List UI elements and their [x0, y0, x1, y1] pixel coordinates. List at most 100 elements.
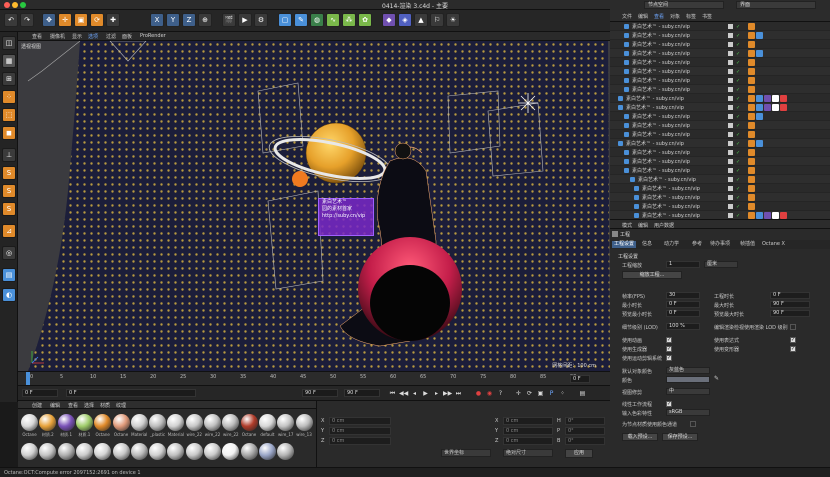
- end-frame-field[interactable]: 90 F: [302, 389, 338, 397]
- material-tag-icon[interactable]: [780, 95, 787, 102]
- current-frame-field[interactable]: 0 F: [66, 389, 196, 397]
- save-preset-button[interactable]: 保存预设...: [662, 433, 698, 441]
- material-swatch[interactable]: [240, 442, 259, 468]
- enabled-check-icon[interactable]: ✓: [736, 141, 740, 147]
- visibility-toggle[interactable]: [728, 24, 733, 29]
- scale-field[interactable]: 1: [666, 261, 700, 268]
- material-menu-edit[interactable]: 编辑: [50, 402, 60, 409]
- tab-dynamics[interactable]: 动力学: [662, 241, 681, 248]
- use-expressions-checkbox[interactable]: ✓: [790, 337, 796, 343]
- object-row[interactable]: 素白艺术™ - suby.cn/vip ✓: [610, 121, 830, 130]
- camera-icon[interactable]: ⚐: [430, 13, 444, 27]
- object-row[interactable]: 素白艺术™ - suby.cn/vip ✓: [610, 85, 830, 94]
- tab-project-settings[interactable]: 工程设置: [612, 241, 637, 248]
- coord-b-rotation[interactable]: 0°: [565, 437, 605, 445]
- visibility-toggle[interactable]: [728, 168, 733, 173]
- object-row[interactable]: 素白艺术™ - suby.cn/vip ✓: [610, 49, 830, 58]
- render-settings-icon[interactable]: ⚙: [254, 13, 268, 27]
- material-tag-icon[interactable]: [748, 203, 755, 210]
- visibility-toggle[interactable]: [728, 123, 733, 128]
- material-tag-icon[interactable]: [748, 131, 755, 138]
- viewport-menu-panel[interactable]: 面板: [122, 33, 132, 40]
- tab-octane-x[interactable]: Octane X: [760, 241, 787, 248]
- polygons-mode-icon[interactable]: ◼: [2, 126, 16, 140]
- coord-z-size[interactable]: 0 cm: [503, 437, 553, 445]
- material-tag-icon[interactable]: [748, 32, 755, 39]
- visibility-toggle[interactable]: [728, 150, 733, 155]
- object-row[interactable]: 素白艺术™ - suby.cn/vip ✓: [610, 112, 830, 121]
- color-picker-icon[interactable]: ✎: [714, 375, 719, 382]
- enabled-check-icon[interactable]: ✓: [736, 204, 740, 210]
- object-row[interactable]: 素白艺术™ - suby.cn/vip ✓: [610, 184, 830, 193]
- visibility-toggle[interactable]: [728, 87, 733, 92]
- material-tag-icon[interactable]: [780, 104, 787, 111]
- preview-max-field[interactable]: 90 F: [770, 310, 810, 317]
- coord-h-rotation[interactable]: 0°: [565, 417, 605, 425]
- material-tag-icon[interactable]: [772, 212, 779, 219]
- use-motion-checkbox[interactable]: ✓: [666, 355, 672, 361]
- object-row[interactable]: 素白艺术™ - suby.cn/vip ✓: [610, 76, 830, 85]
- object-row[interactable]: 素白艺术™ - suby.cn/vip ✓: [610, 139, 830, 148]
- visibility-toggle[interactable]: [728, 33, 733, 38]
- material-tag-icon[interactable]: [772, 95, 779, 102]
- material-swatch[interactable]: Octane: [112, 413, 131, 439]
- visibility-toggle[interactable]: [728, 186, 733, 191]
- undo-icon[interactable]: ↶: [4, 13, 18, 27]
- use-generators-checkbox[interactable]: ✓: [666, 346, 672, 352]
- deformer-icon[interactable]: ◆: [382, 13, 396, 27]
- material-swatch[interactable]: [130, 442, 149, 468]
- material-swatch[interactable]: 材质.2: [38, 413, 57, 439]
- material-tag-icon[interactable]: [748, 113, 755, 120]
- enabled-check-icon[interactable]: ✓: [736, 150, 740, 156]
- texture-mode-icon[interactable]: ⊞: [2, 72, 16, 86]
- lod-field[interactable]: 100 %: [666, 323, 700, 330]
- go-to-end-icon[interactable]: ⏭: [454, 389, 463, 398]
- enabled-check-icon[interactable]: ✓: [736, 60, 740, 66]
- enabled-check-icon[interactable]: ✓: [736, 51, 740, 57]
- visibility-toggle[interactable]: [728, 42, 733, 47]
- subdivision-icon[interactable]: ◍: [310, 13, 324, 27]
- timeline-window-icon[interactable]: ▤: [578, 389, 587, 398]
- material-tag-icon[interactable]: [748, 95, 755, 102]
- linear-workflow-checkbox[interactable]: ✓: [666, 401, 672, 407]
- viewport-menu-cameras[interactable]: 摄像机: [50, 33, 65, 40]
- coord-p-rotation[interactable]: 0°: [565, 427, 605, 435]
- snap-settings-icon[interactable]: S: [2, 184, 16, 198]
- viewport-menu-display[interactable]: 显示: [72, 33, 82, 40]
- enabled-check-icon[interactable]: ✓: [736, 87, 740, 93]
- object-row[interactable]: 素白艺术™ - suby.cn/vip ✓: [610, 31, 830, 40]
- visibility-toggle[interactable]: [728, 60, 733, 65]
- workplane-icon[interactable]: S: [2, 202, 16, 216]
- grid-icon[interactable]: ▤: [2, 268, 16, 282]
- material-tag-icon[interactable]: [756, 50, 763, 57]
- visibility-toggle[interactable]: [728, 177, 733, 182]
- visibility-toggle[interactable]: [728, 141, 733, 146]
- input-color-dropdown[interactable]: sRGB: [666, 409, 710, 416]
- material-tag-icon[interactable]: [748, 104, 755, 111]
- position-key-icon[interactable]: ✛: [514, 389, 523, 398]
- timeline-end-frame[interactable]: 0 F: [570, 375, 590, 383]
- view-clip-dropdown[interactable]: 中: [666, 388, 710, 395]
- end-frame-field-2[interactable]: 90 F: [344, 389, 380, 397]
- fps-field[interactable]: 30: [666, 292, 700, 299]
- light-icon[interactable]: ☀: [446, 13, 460, 27]
- min-time-field[interactable]: 0 F: [666, 301, 700, 308]
- node-space-dropdown[interactable]: 节点空间: [644, 1, 724, 9]
- solo-icon[interactable]: ◎: [2, 246, 16, 260]
- cloner-icon[interactable]: ⁂: [342, 13, 356, 27]
- material-tag-icon[interactable]: [748, 86, 755, 93]
- visibility-toggle[interactable]: [728, 132, 733, 137]
- object-row[interactable]: 素白艺术™ - suby.cn/vip ✓: [610, 22, 830, 31]
- locked-workplane-icon[interactable]: ⊿: [2, 224, 16, 238]
- material-tag-icon[interactable]: [748, 23, 755, 30]
- enabled-check-icon[interactable]: ✓: [736, 33, 740, 39]
- rotation-key-icon[interactable]: ⟳: [525, 389, 534, 398]
- move-icon[interactable]: ✛: [58, 13, 72, 27]
- material-tag-icon[interactable]: [756, 95, 763, 102]
- default-color-dropdown[interactable]: 灰蓝色: [666, 367, 710, 374]
- spline-icon[interactable]: ∿: [326, 13, 340, 27]
- material-swatch[interactable]: _plastic: [148, 413, 167, 439]
- material-tag-icon[interactable]: [748, 41, 755, 48]
- material-swatch[interactable]: [93, 442, 112, 468]
- coord-y-size[interactable]: 0 cm: [503, 427, 553, 435]
